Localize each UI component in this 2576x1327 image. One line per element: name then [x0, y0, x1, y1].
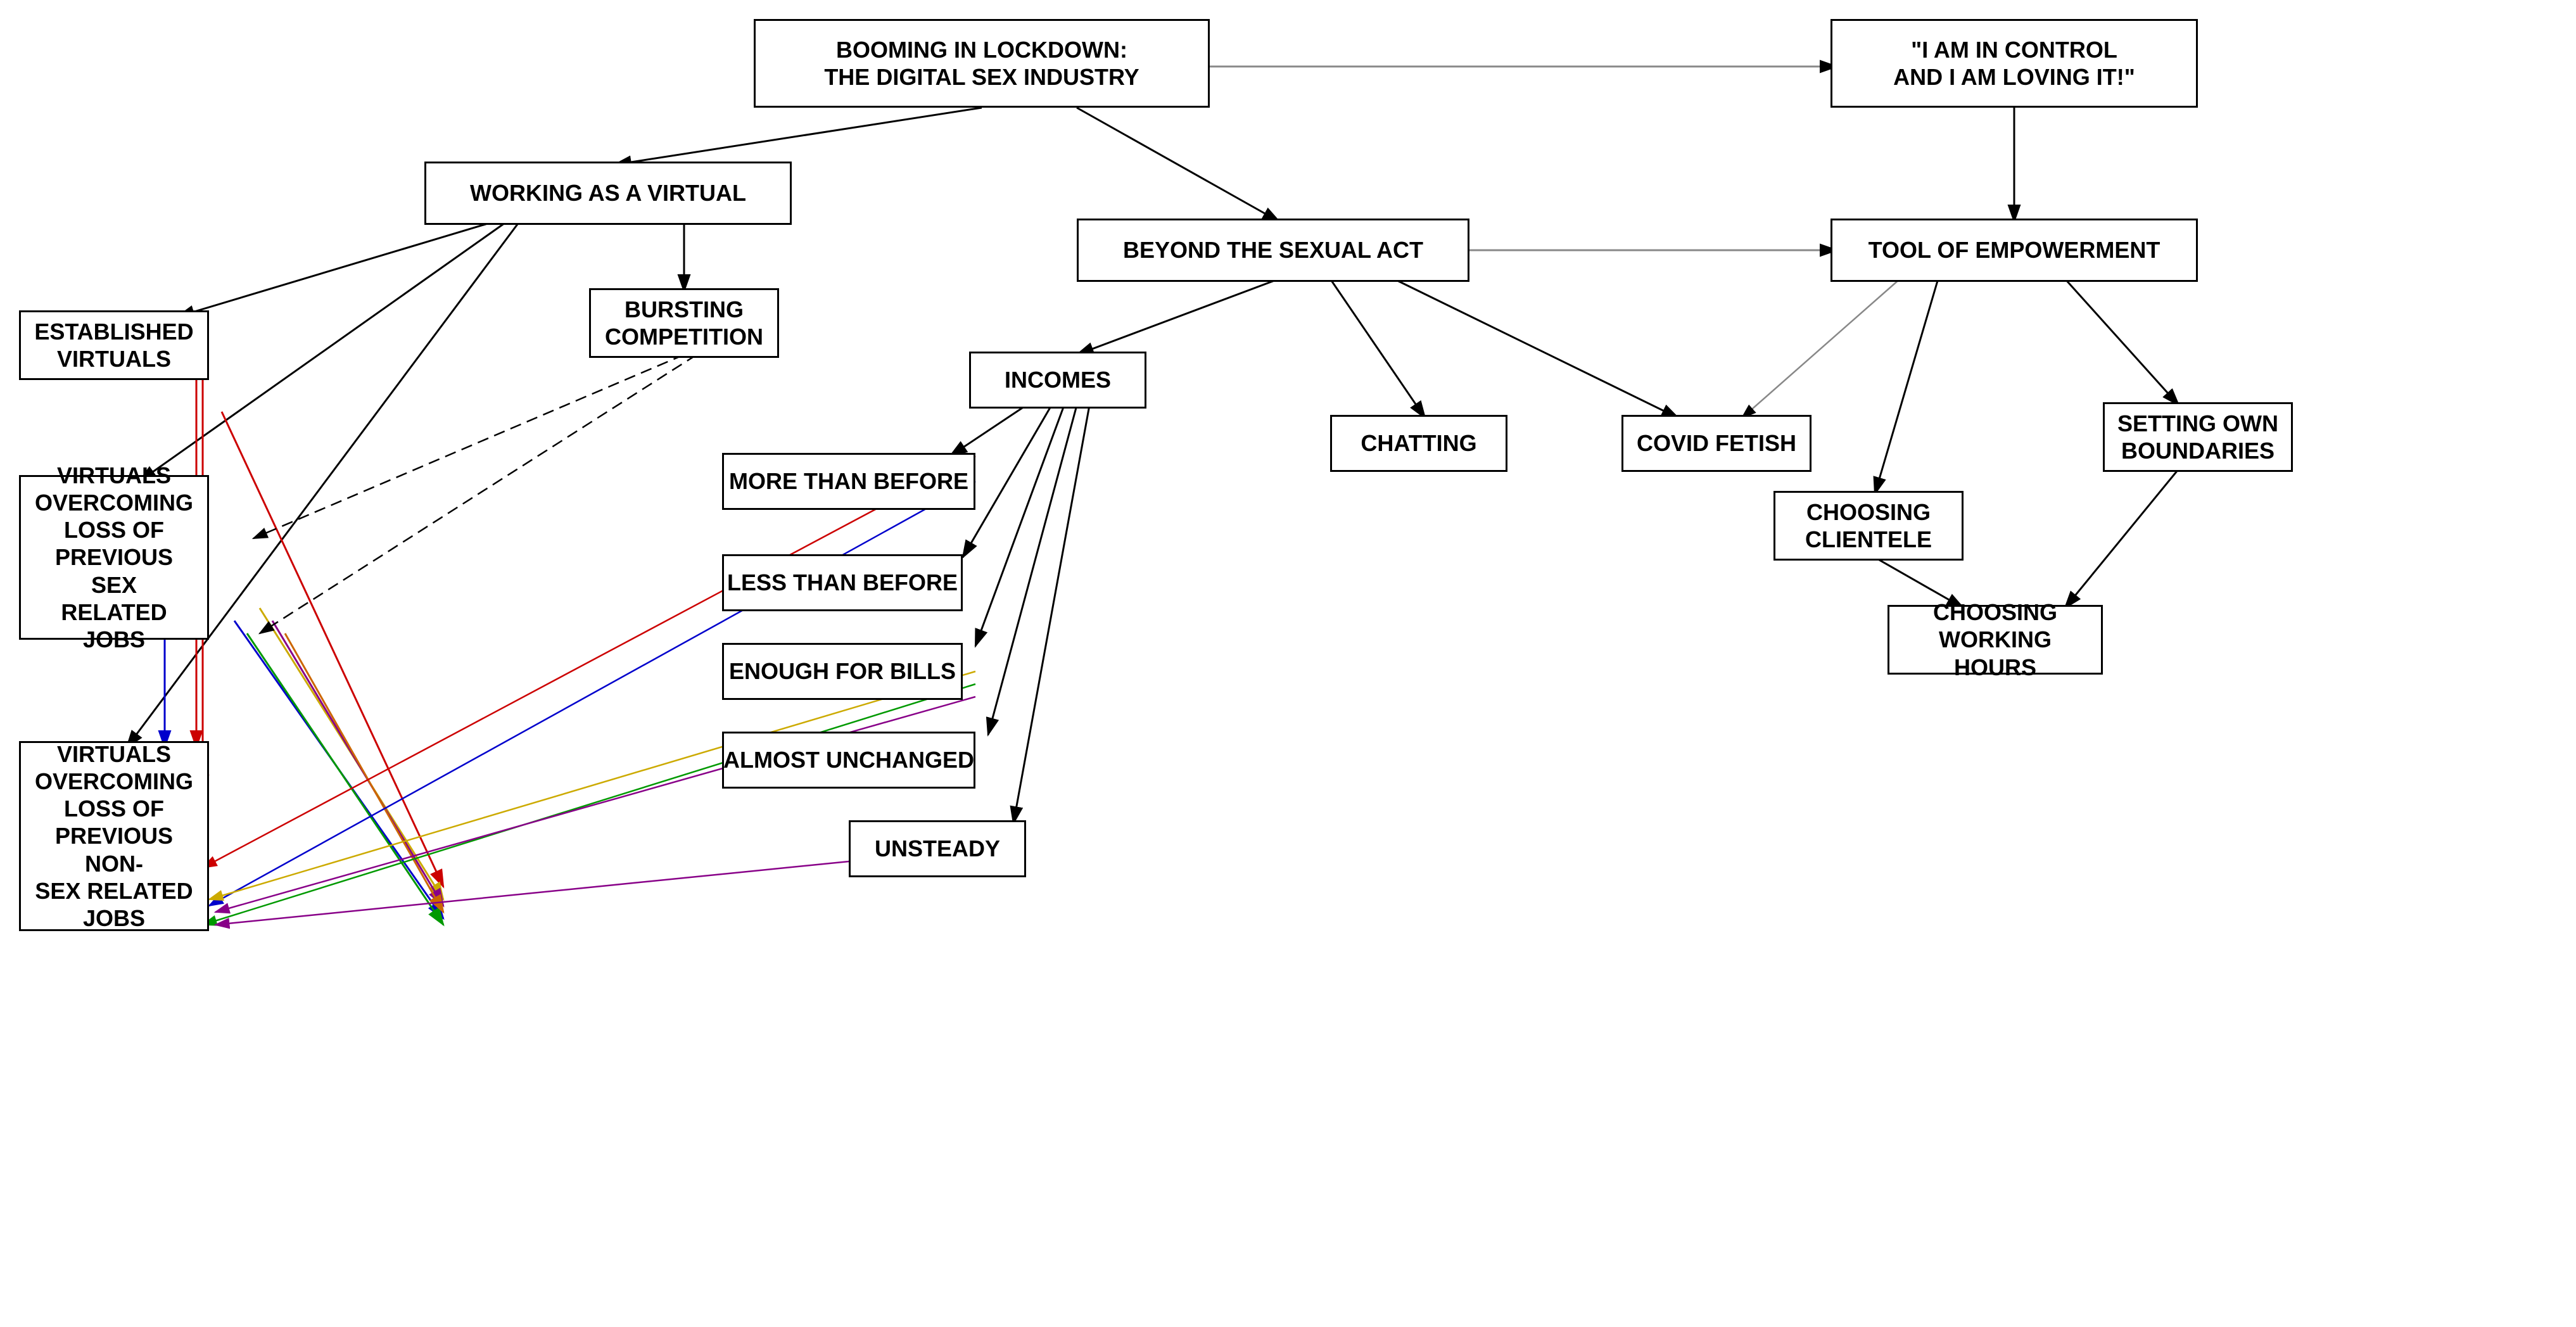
- virtuals-loss-nonsex-node: VIRTUALS OVERCOMING LOSS OF PREVIOUS NON…: [19, 741, 209, 931]
- more-than-node: MORE THAN BEFORE: [722, 453, 975, 510]
- virtuals-loss-sex-node: VIRTUALS OVERCOMING LOSS OF PREVIOUS SEX…: [19, 475, 209, 640]
- less-than-node: LESS THAN BEFORE: [722, 554, 963, 611]
- main-title-node: BOOMING IN LOCKDOWN: THE DIGITAL SEX IND…: [754, 19, 1210, 108]
- control-node: "I AM IN CONTROL AND I AM LOVING IT!": [1830, 19, 2198, 108]
- bursting-node: BURSTING COMPETITION: [589, 288, 779, 358]
- chatting-node: CHATTING: [1330, 415, 1507, 472]
- enough-node: ENOUGH FOR BILLS: [722, 643, 963, 700]
- setting-own-node: SETTING OWN BOUNDARIES: [2103, 402, 2293, 472]
- unsteady-node: UNSTEADY: [849, 820, 1026, 877]
- covid-fetish-node: COVID FETISH: [1621, 415, 1811, 472]
- choosing-hours-node: CHOOSING WORKING HOURS: [1888, 605, 2103, 675]
- choosing-clientele-node: CHOOSING CLIENTELE: [1773, 491, 1964, 561]
- tool-empowerment-node: TOOL OF EMPOWERMENT: [1830, 219, 2198, 282]
- almost-unchanged-node: ALMOST UNCHANGED: [722, 732, 975, 789]
- established-node: ESTABLISHED VIRTUALS: [19, 310, 209, 380]
- incomes-node: INCOMES: [969, 352, 1146, 409]
- working-virtual-node: WORKING AS A VIRTUAL: [424, 162, 792, 225]
- beyond-node: BEYOND THE SEXUAL ACT: [1077, 219, 1469, 282]
